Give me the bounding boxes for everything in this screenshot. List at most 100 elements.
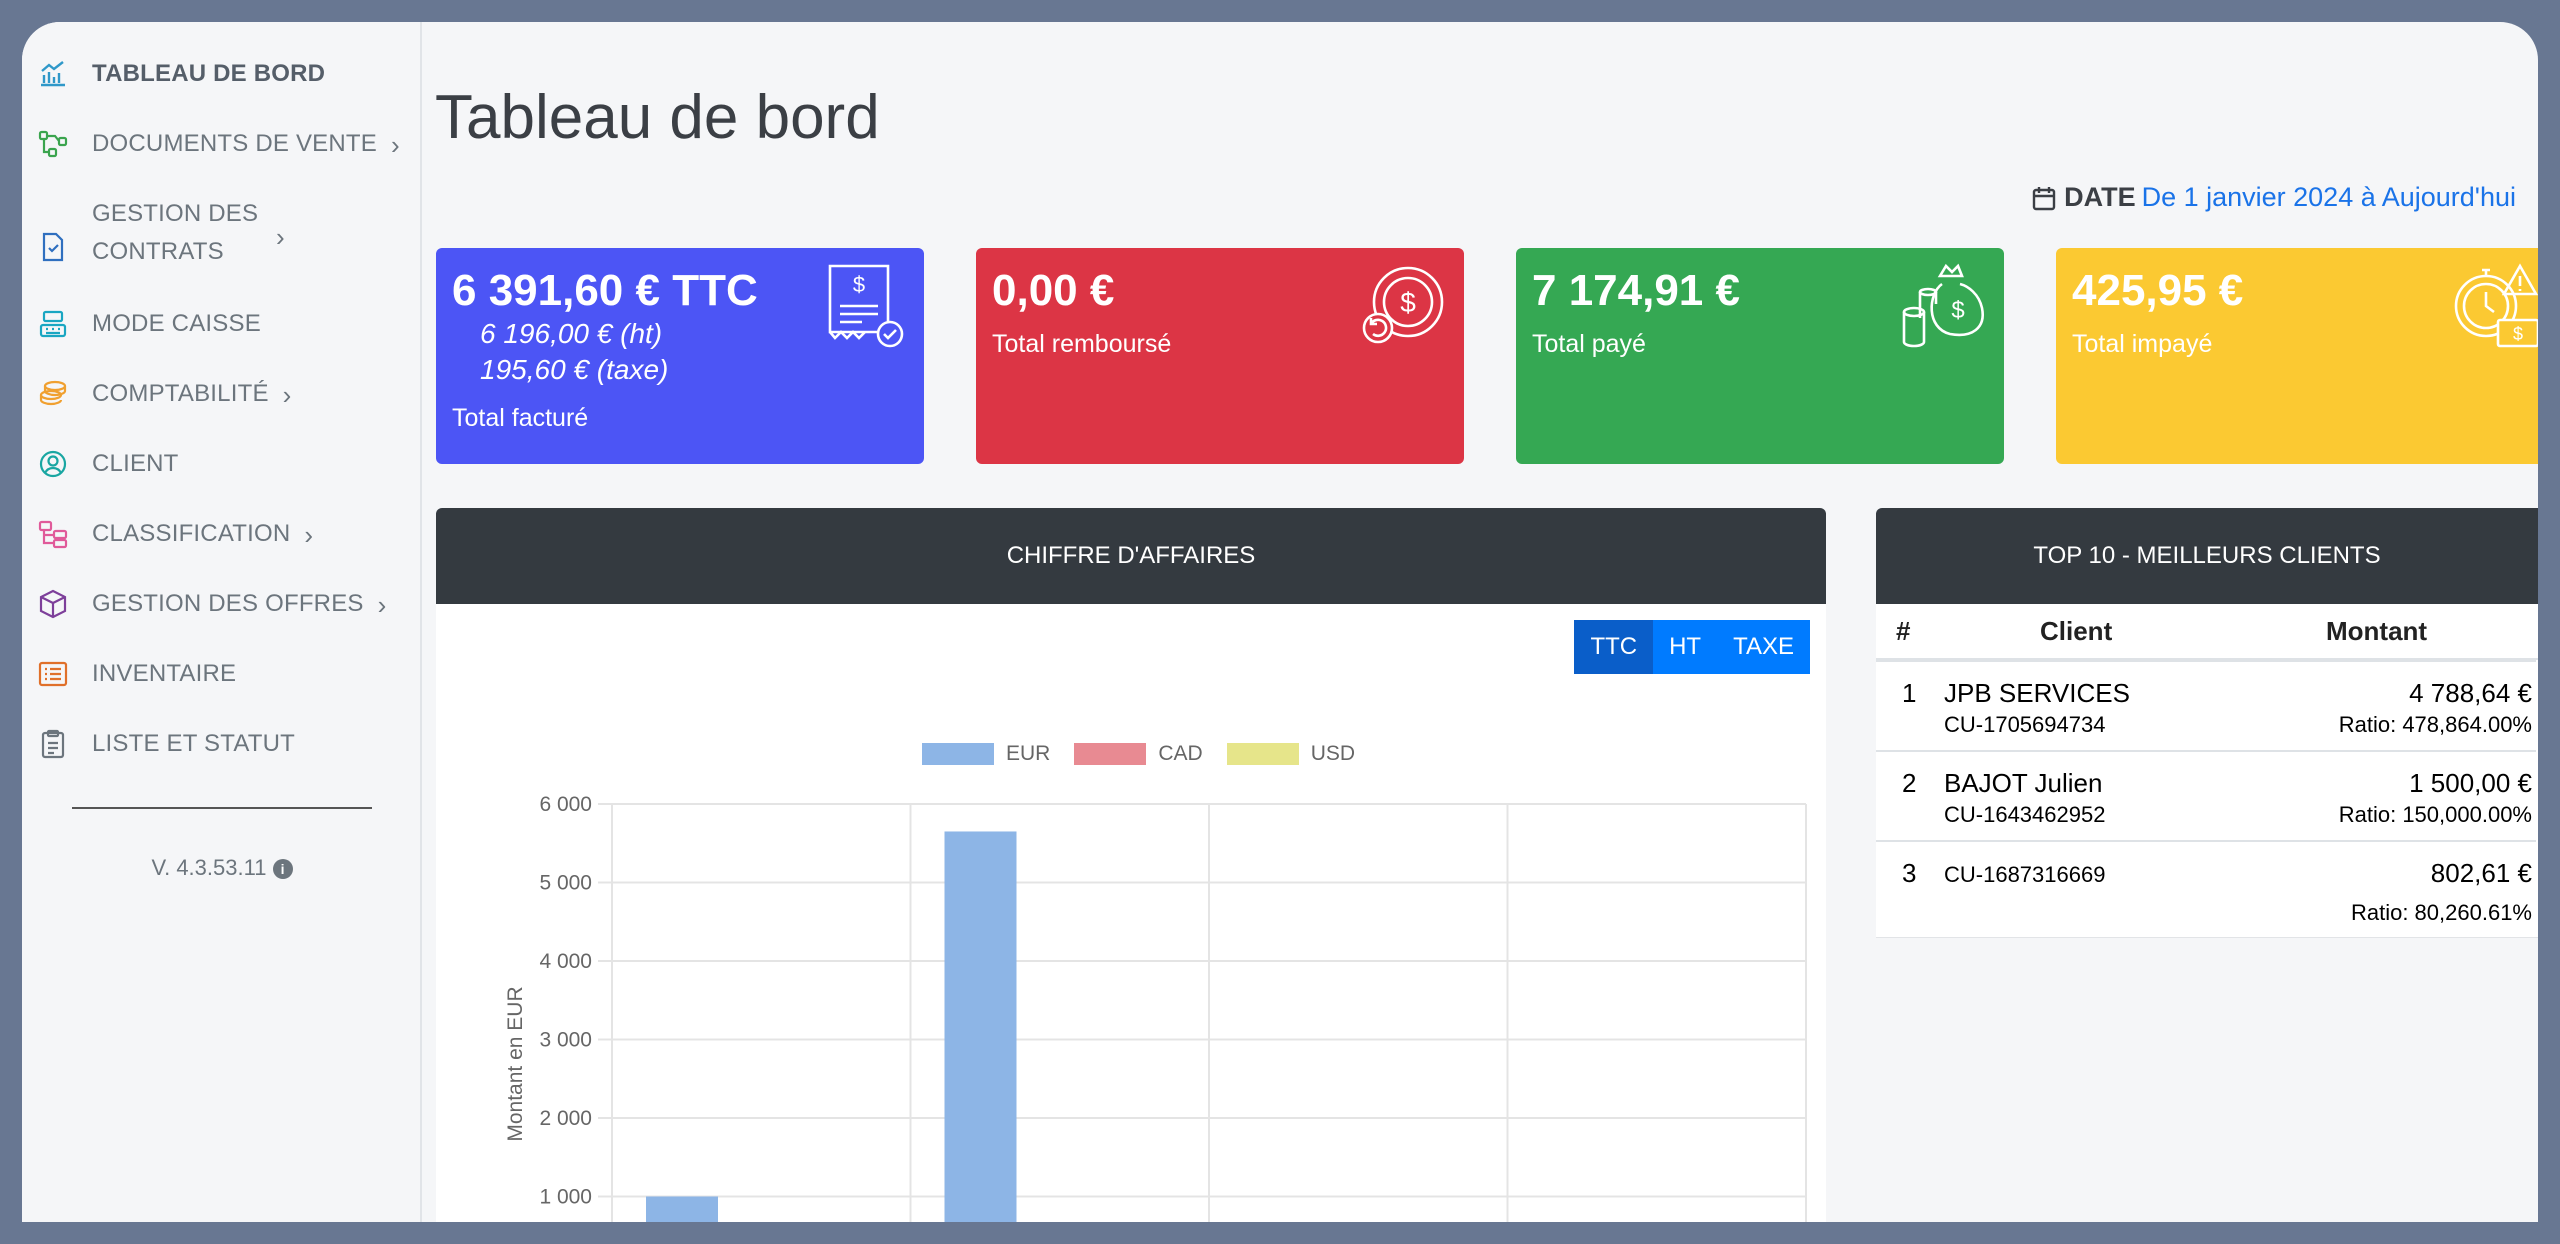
sidebar-item-label: GESTION DES CONTRATS <box>92 200 259 265</box>
folder-tree-icon <box>38 520 68 549</box>
sidebar: TABLEAU DE BORD DOCUMENTS DE VENTE › GES… <box>22 22 422 1222</box>
bar-eur-1 <box>944 831 1017 1222</box>
card-total-rembourse[interactable]: 0,00 € Total remboursé $ <box>976 248 1464 464</box>
revenue-panel-body: TTC HT TAXE EUR CAD USD 1 000 2 000 3 000 4… <box>436 604 1826 1222</box>
svg-text:$: $ <box>853 272 865 297</box>
app-frame: TABLEAU DE BORD DOCUMENTS DE VENTE › GES… <box>22 22 2538 1222</box>
y-tick-label: 6 000 <box>539 793 592 816</box>
y-tick-label: 5 000 <box>539 872 592 895</box>
sidebar-item-label: LISTE ET STATUT <box>92 730 296 757</box>
sidebar-item-gestion-des-contrats[interactable]: GESTION DES CONTRATS › <box>38 200 418 271</box>
sidebar-item-documents-de-vente[interactable]: DOCUMENTS DE VENTE › <box>38 130 418 163</box>
row-client-code: CU-1705694734 <box>1944 712 2106 737</box>
card-total-facture[interactable]: 6 391,60 € TTC 6 196,00 € (ht) 195,60 € … <box>436 248 924 464</box>
sidebar-item-mode-caisse[interactable]: MODE CAISSE <box>38 310 418 343</box>
row-ratio: Ratio: 80,260.61% <box>2350 900 2532 925</box>
sidebar-item-tableau-de-bord[interactable]: TABLEAU DE BORD <box>38 60 418 93</box>
svg-text:$: $ <box>2513 324 2523 344</box>
row-ratio: Ratio: 478,864.00% <box>2338 712 2532 737</box>
y-tick-label: 3 000 <box>539 1029 592 1052</box>
sidebar-item-label: GESTION DES OFFRES <box>92 590 364 617</box>
chart-icon <box>41 61 65 87</box>
money-bag-icon: $ <box>1902 263 1984 348</box>
date-label: DATE <box>2064 182 2136 212</box>
card-amount-taxe: 195,60 € (taxe) <box>480 354 669 385</box>
row-rank: 1 <box>1902 678 1917 708</box>
contract-icon <box>42 232 64 262</box>
row-client-code: CU-1687316669 <box>1944 862 2106 887</box>
legend-label: CAD <box>1158 742 1203 765</box>
row-amount: 4 788,64 € <box>2409 678 2532 708</box>
card-caption: Total facturé <box>452 404 589 432</box>
page-title: Tableau de bord <box>435 83 880 152</box>
date-filter[interactable]: DATE De 1 janvier 2024 à Aujourd'hui <box>2032 182 2516 213</box>
sidebar-item-label: MODE CAISSE <box>92 310 261 337</box>
version-info: V. 4.3.53.11 i <box>22 855 422 881</box>
overdue-icon: $ <box>2454 263 2538 348</box>
y-tick-label: 1 000 <box>539 1186 592 1209</box>
bar-eur-0 <box>646 1196 718 1222</box>
chevron-right-icon: › <box>304 520 314 550</box>
col-client: Client <box>2040 616 2113 646</box>
info-icon[interactable]: i <box>272 859 293 879</box>
table-row[interactable]: 1 JPB SERVICES CU-1705694734 4 788,64 € … <box>1876 660 2536 750</box>
revenue-mode-toggle: TTC HT TAXE <box>1574 620 1810 674</box>
sidebar-divider <box>72 807 372 809</box>
chevron-right-icon: › <box>377 590 387 620</box>
refund-icon: $ <box>1362 266 1444 344</box>
sidebar-item-label: CLIENT <box>92 450 179 477</box>
legend-label: USD <box>1310 742 1356 765</box>
legend-item[interactable]: CAD <box>1074 742 1203 766</box>
share-nodes-icon <box>38 130 68 158</box>
revenue-chart: 1 000 2 000 3 000 4 000 5 000 6 000 Montant en… <box>504 793 1807 1222</box>
row-ratio: Ratio: 150,000.00% <box>2338 802 2532 827</box>
sidebar-item-gestion-des-offres[interactable]: GESTION DES OFFRES › <box>38 589 418 623</box>
top-clients-header: TOP 10 - MEILLEURS CLIENTS <box>1876 508 2538 604</box>
card-total-impaye[interactable]: 425,95 € Total impayé $ <box>2056 248 2538 464</box>
box-icon <box>39 589 67 619</box>
table-row[interactable]: 3 CU-1687316669 802,61 € Ratio: 80,260.6… <box>1876 840 2536 936</box>
legend-swatch <box>1074 743 1147 765</box>
taxe-button[interactable]: TAXE <box>1717 620 1810 674</box>
legend-swatch <box>922 743 994 765</box>
ttc-button[interactable]: TTC <box>1574 620 1654 674</box>
sidebar-item-comptabilite[interactable]: COMPTABILITÉ › <box>38 380 418 413</box>
row-amount: 1 500,00 € <box>2409 768 2532 798</box>
chart-legend: EUR CAD USD <box>922 742 1379 766</box>
calendar-icon <box>2032 186 2056 210</box>
legend-item[interactable]: USD <box>1226 742 1356 766</box>
ht-button[interactable]: HT <box>1653 620 1718 674</box>
card-total-paye[interactable]: 7 174,91 € Total payé $ <box>1516 248 2004 464</box>
legend-item[interactable]: EUR <box>922 742 1050 766</box>
revenue-panel-header: CHIFFRE D'AFFAIRES <box>436 508 1826 604</box>
table-row[interactable]: 2 BAJOT Julien CU-1643462952 1 500,00 € … <box>1876 750 2536 840</box>
sidebar-item-label: DOCUMENTS DE VENTE <box>92 130 377 157</box>
date-range[interactable]: De 1 janvier 2024 à Aujourd'hui <box>2142 182 2516 213</box>
chevron-right-icon: › <box>390 130 400 160</box>
y-tick-label: 4 000 <box>539 950 592 973</box>
clipboard-icon <box>41 729 65 759</box>
sidebar-item-inventaire[interactable]: INVENTAIRE <box>38 660 418 693</box>
user-circle-icon <box>39 450 67 478</box>
sidebar-item-liste-et-statut[interactable]: LISTE ET STATUT <box>38 729 418 763</box>
chevron-right-icon: › <box>282 380 292 410</box>
legend-label: EUR <box>1006 742 1051 765</box>
sidebar-item-label: CLASSIFICATION <box>92 520 291 547</box>
chevron-right-icon: › <box>276 222 285 252</box>
col-rank: # <box>1896 616 1911 646</box>
y-axis-label: Montant en EUR <box>504 986 527 1141</box>
version-text: V. 4.3.53.11 <box>151 855 267 880</box>
sidebar-item-label: TABLEAU DE BORD <box>92 60 326 87</box>
row-client-name: JPB SERVICES <box>1944 678 2130 708</box>
cash-register-icon <box>39 310 67 338</box>
col-montant: Montant <box>2326 616 2428 646</box>
row-rank: 2 <box>1902 768 1917 798</box>
svg-text:$: $ <box>1951 297 1964 324</box>
sidebar-item-classification[interactable]: CLASSIFICATION › <box>38 520 418 553</box>
top-clients-body: # Client Montant 1 JPB SERVICES CU-17056… <box>1876 604 2538 938</box>
sidebar-item-label: INVENTAIRE <box>92 660 237 687</box>
y-tick-label: 2 000 <box>539 1107 592 1130</box>
svg-text:$: $ <box>1400 287 1416 318</box>
sidebar-item-client[interactable]: CLIENT <box>38 450 418 483</box>
row-rank: 3 <box>1902 858 1917 888</box>
